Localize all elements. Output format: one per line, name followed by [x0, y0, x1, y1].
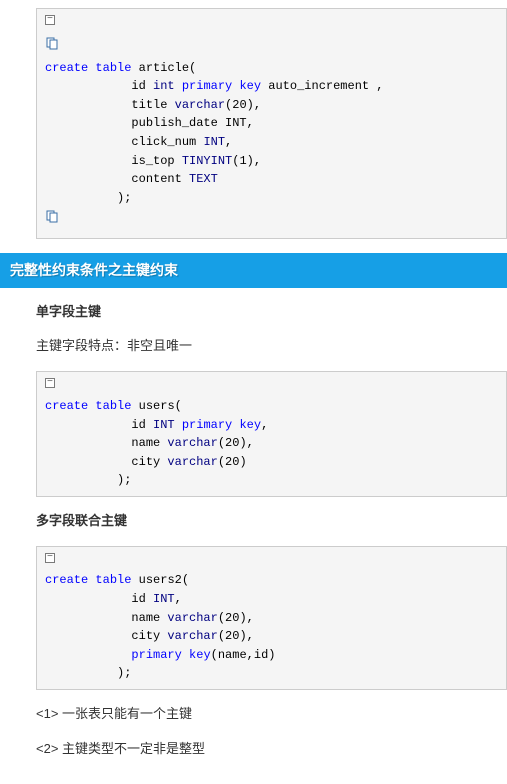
copy-icon[interactable] — [45, 209, 59, 223]
code-block-article: − create table article( id int primary k… — [36, 8, 507, 239]
collapse-icon[interactable]: − — [45, 378, 55, 388]
code-content: create table users( id INT primary key, … — [43, 397, 500, 490]
code-content: create table article( id int primary key… — [43, 59, 500, 208]
copy-icon[interactable] — [45, 36, 59, 50]
heading-single-field: 单字段主键 — [36, 302, 507, 323]
collapse-icon[interactable]: − — [45, 15, 55, 25]
note-2: <2> 主键类型不一定非是整型 — [36, 739, 507, 760]
heading-multi-field: 多字段联合主键 — [36, 511, 507, 532]
paragraph-pk-feature: 主键字段特点：非空且唯一 — [36, 336, 507, 357]
collapse-icon[interactable]: − — [45, 553, 55, 563]
code-content: create table users2( id INT, name varcha… — [43, 571, 500, 683]
note-1: <1> 一张表只能有一个主键 — [36, 704, 507, 725]
code-block-users2: − create table users2( id INT, name varc… — [36, 546, 507, 690]
code-block-users: − create table users( id INT primary key… — [36, 371, 507, 497]
section-header-primary-key: 完整性约束条件之主键约束 — [0, 253, 507, 287]
